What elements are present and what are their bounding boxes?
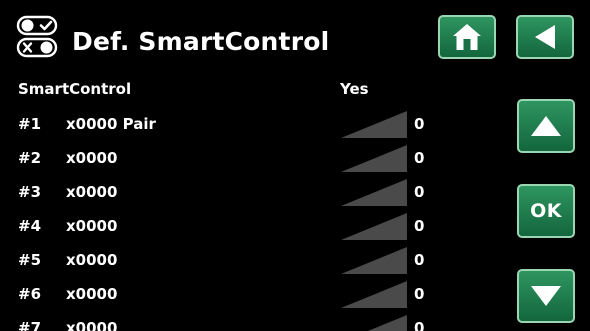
row-name: x0000 xyxy=(66,251,118,269)
toggle-switches-icon xyxy=(16,14,60,60)
home-button[interactable] xyxy=(438,15,496,59)
ok-button[interactable]: OK xyxy=(517,184,575,238)
list-item[interactable]: #7 x0000 0 xyxy=(0,311,500,331)
row-name: x0000 xyxy=(66,285,118,303)
signal-strength-bar xyxy=(341,281,407,308)
row-name: x0000 xyxy=(66,319,118,331)
row-number: #6 xyxy=(18,285,42,303)
signal-strength-bar xyxy=(341,145,407,172)
row-value: 0 xyxy=(414,183,425,201)
ok-label: OK xyxy=(530,200,562,222)
row-number: #4 xyxy=(18,217,42,235)
signal-strength-bar xyxy=(341,247,407,274)
list-item[interactable]: #1 x0000 Pair 0 xyxy=(0,107,500,141)
down-arrow-icon xyxy=(531,286,561,306)
page-title: Def. SmartControl xyxy=(72,27,330,56)
back-button[interactable] xyxy=(516,15,574,59)
row-name: x0000 xyxy=(66,217,118,235)
smartcontrol-value[interactable]: Yes xyxy=(340,80,369,98)
scroll-up-button[interactable] xyxy=(517,99,575,153)
row-value: 0 xyxy=(414,115,425,133)
row-value: 0 xyxy=(414,217,425,235)
list-item[interactable]: #4 x0000 0 xyxy=(0,209,500,243)
row-name: x0000 xyxy=(66,183,118,201)
row-value: 0 xyxy=(414,251,425,269)
signal-strength-bar xyxy=(341,213,407,240)
row-number: #1 xyxy=(18,115,42,133)
row-number: #7 xyxy=(18,319,42,331)
smartcontrol-label: SmartControl xyxy=(18,80,132,98)
home-icon xyxy=(453,24,481,50)
list-item[interactable]: #6 x0000 0 xyxy=(0,277,500,311)
list-item[interactable]: #2 x0000 0 xyxy=(0,141,500,175)
row-number: #3 xyxy=(18,183,42,201)
row-value: 0 xyxy=(414,319,425,331)
row-name: x0000 xyxy=(66,149,118,167)
signal-strength-bar xyxy=(341,111,407,138)
back-arrow-icon xyxy=(535,25,555,49)
signal-strength-bar xyxy=(341,179,407,206)
row-number: #2 xyxy=(18,149,42,167)
list-item[interactable]: #3 x0000 0 xyxy=(0,175,500,209)
row-value: 0 xyxy=(414,149,425,167)
signal-strength-bar xyxy=(367,315,407,331)
list-item[interactable]: #5 x0000 0 xyxy=(0,243,500,277)
row-number: #5 xyxy=(18,251,42,269)
up-arrow-icon xyxy=(531,116,561,136)
row-value: 0 xyxy=(414,285,425,303)
row-name: x0000 Pair xyxy=(66,115,156,133)
scroll-down-button[interactable] xyxy=(517,269,575,323)
